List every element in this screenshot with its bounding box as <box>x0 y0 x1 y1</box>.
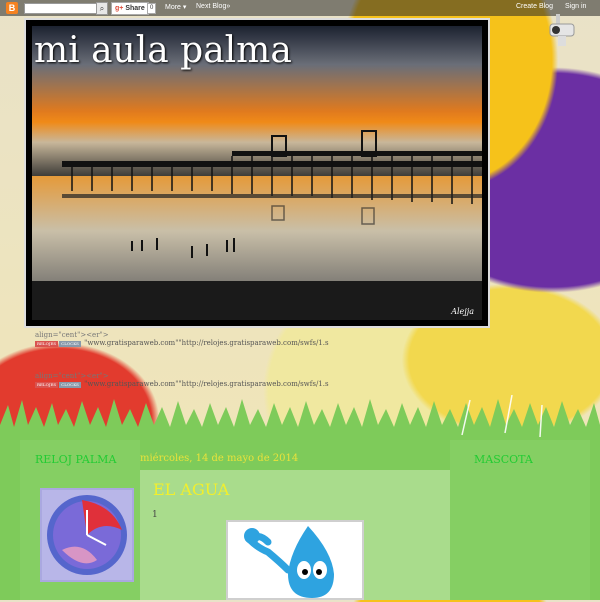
blogger-logo-icon[interactable]: B <box>6 2 18 14</box>
photo-signature: Alejja <box>451 307 474 316</box>
code-line: "www.gratisparaweb.com""http://relojes.g… <box>84 339 329 347</box>
post-date: miércoles, 14 de mayo de 2014 <box>140 453 299 464</box>
sidebar-heading-mascota: MASCOTA <box>474 453 533 466</box>
sidebar-heading-reloj: RELOJ PALMA <box>35 453 117 466</box>
badge-red: RELOJES <box>35 341 59 347</box>
code-line: "www.gratisparaweb.com""http://relojes.g… <box>84 380 329 388</box>
clock-badges: RELOJES CLOCKS <box>35 339 82 347</box>
search-input[interactable] <box>24 3 100 14</box>
badge-grey: CLOCKS <box>59 341 81 347</box>
sign-in-link[interactable]: Sign in <box>565 3 586 10</box>
widget-code-2: align="cent"><er"> RELOJES CLOCKS "www.gr… <box>35 372 329 388</box>
share-label: Share <box>125 5 145 12</box>
search-icon[interactable]: ⌕ <box>96 2 108 15</box>
next-blog-link[interactable]: Next Blog» <box>196 3 230 10</box>
badge-grey: CLOCKS <box>59 382 81 388</box>
create-blog-link[interactable]: Create Blog <box>516 3 553 10</box>
more-menu[interactable]: More ▾ <box>165 3 186 11</box>
widget-code-1: align="cent"><er"> RELOJES CLOCKS "www.gr… <box>35 331 329 347</box>
clock-icon <box>47 495 127 575</box>
water-drop-icon <box>244 526 334 598</box>
clock-badges: RELOJES CLOCKS <box>35 380 82 388</box>
google-plus-icon: g+ <box>115 5 124 12</box>
code-line: align="cent"><er"> <box>35 372 109 380</box>
share-count: 0 <box>147 3 157 14</box>
security-camera-icon <box>549 14 575 46</box>
code-line: align="cent"><er"> <box>35 331 109 339</box>
clock-widget[interactable] <box>40 488 134 582</box>
blogger-navbar: B ⌕ g+ Share 0 More ▾ Next Blog» Create … <box>0 0 600 16</box>
blog-title[interactable]: mi aula palma <box>34 30 292 71</box>
water-drop-mascot-image <box>226 520 364 600</box>
post-text: 1 <box>152 510 158 520</box>
post-title[interactable]: EL AGUA <box>153 480 229 499</box>
share-button[interactable]: g+ Share <box>111 2 149 15</box>
badge-red: RELOJES <box>35 382 59 388</box>
